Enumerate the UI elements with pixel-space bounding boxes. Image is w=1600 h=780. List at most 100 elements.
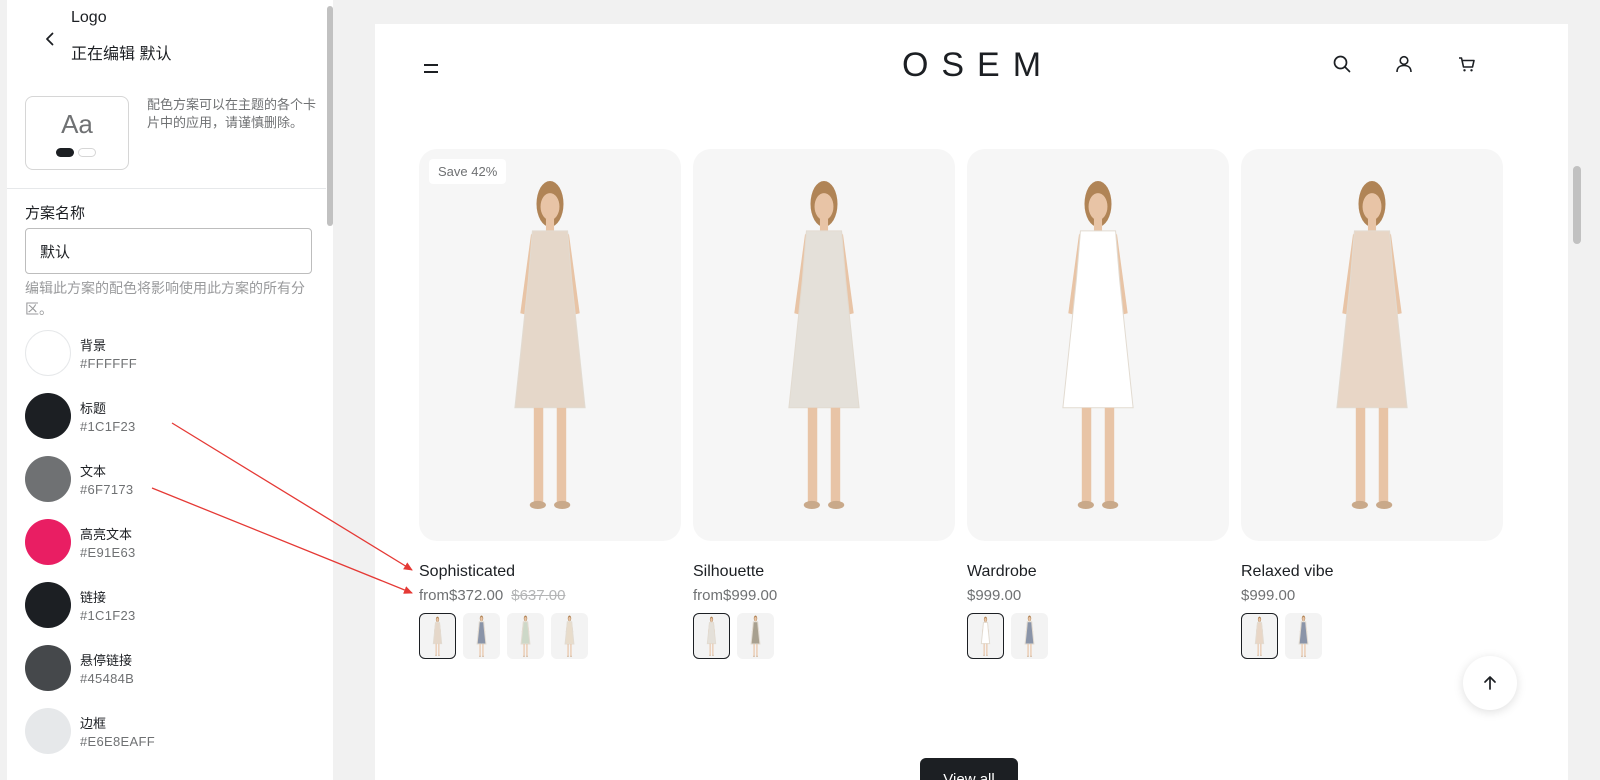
swatch-hex: #E91E63 bbox=[80, 545, 136, 560]
model-shoe bbox=[1030, 655, 1033, 657]
preview-scrollbar[interactable] bbox=[1568, 0, 1600, 780]
model-leg bbox=[1355, 407, 1366, 503]
cart-icon[interactable] bbox=[1452, 49, 1482, 79]
price-current: from$999.00 bbox=[693, 587, 778, 604]
product-image[interactable] bbox=[967, 149, 1229, 541]
search-icon[interactable] bbox=[1327, 49, 1357, 79]
model-leg bbox=[526, 644, 528, 656]
scheme-name-input[interactable] bbox=[25, 228, 312, 274]
variant-thumbnail[interactable] bbox=[1011, 613, 1048, 659]
model-shoe bbox=[435, 654, 438, 656]
color-swatch[interactable] bbox=[25, 519, 71, 565]
swatch-label: 边框 bbox=[80, 716, 107, 731]
model-dress bbox=[514, 230, 586, 409]
model-leg bbox=[1378, 407, 1389, 503]
variant-thumbnail[interactable] bbox=[1241, 613, 1278, 659]
swatch-background[interactable]: 背景 #FFFFFF bbox=[25, 330, 315, 378]
variant-thumbnails bbox=[1241, 613, 1322, 659]
variant-thumbnail[interactable] bbox=[463, 613, 500, 659]
model-leg bbox=[1030, 644, 1032, 656]
model-leg bbox=[556, 407, 567, 503]
model-shoe bbox=[1026, 655, 1029, 657]
model-leg bbox=[1304, 644, 1306, 656]
model-shoe bbox=[522, 655, 525, 657]
preview-scrollbar-thumb[interactable] bbox=[1573, 166, 1581, 244]
color-swatch[interactable] bbox=[25, 330, 71, 376]
product-title[interactable]: Sophisticated bbox=[419, 563, 515, 581]
product-title[interactable]: Wardrobe bbox=[967, 563, 1037, 581]
variant-dress-image bbox=[1254, 616, 1265, 656]
product-title[interactable]: Silhouette bbox=[693, 563, 764, 581]
model-dress bbox=[1254, 622, 1265, 645]
product-card[interactable]: Relaxed vibe $999.00 bbox=[1241, 149, 1503, 659]
model-face bbox=[568, 617, 571, 621]
product-card[interactable]: Save 42% Sophisticated from$372.00 $637.0… bbox=[419, 149, 681, 659]
model-leg bbox=[1104, 407, 1115, 503]
swatch-link[interactable]: 链接 #1C1F23 bbox=[25, 582, 315, 630]
variant-thumbnail[interactable] bbox=[1285, 613, 1322, 659]
product-image[interactable] bbox=[693, 149, 955, 541]
variant-thumbnail[interactable] bbox=[419, 613, 456, 659]
product-card[interactable]: Silhouette from$999.00 bbox=[693, 149, 955, 659]
product-title[interactable]: Relaxed vibe bbox=[1241, 563, 1334, 581]
sale-badge: Save 42% bbox=[429, 159, 507, 184]
swatch-link-hover[interactable]: 悬停链接 #45484B bbox=[25, 645, 315, 693]
model-dress bbox=[706, 622, 717, 645]
swatch-hex: #FFFFFF bbox=[80, 356, 137, 371]
back-to-top-button[interactable] bbox=[1463, 656, 1517, 710]
model-shoe bbox=[482, 655, 485, 657]
breadcrumb-logo[interactable]: Logo bbox=[71, 9, 107, 27]
variant-thumbnail[interactable] bbox=[737, 613, 774, 659]
model-face bbox=[984, 618, 987, 622]
dress-model-image bbox=[1336, 180, 1408, 510]
variant-dress-image bbox=[520, 615, 531, 657]
model-leg bbox=[983, 643, 985, 655]
model-shoe bbox=[756, 655, 759, 657]
color-swatch[interactable] bbox=[25, 393, 71, 439]
model-leg bbox=[830, 407, 841, 503]
model-leg bbox=[709, 643, 711, 655]
swatch-label: 悬停链接 bbox=[80, 653, 133, 668]
model-face bbox=[1362, 193, 1382, 221]
variant-dress-image bbox=[476, 615, 487, 657]
swatch-border[interactable]: 边框 #E6E8EAFF bbox=[25, 708, 315, 756]
scheme-preview-light-pill bbox=[78, 148, 96, 157]
view-all-button[interactable]: View all bbox=[920, 758, 1018, 780]
variant-thumbnail[interactable] bbox=[693, 613, 730, 659]
variant-thumbnail[interactable] bbox=[967, 613, 1004, 659]
model-face bbox=[540, 193, 560, 221]
back-button[interactable] bbox=[34, 23, 66, 55]
variant-dress-image bbox=[750, 615, 761, 657]
model-leg bbox=[438, 643, 440, 655]
model-dress bbox=[520, 621, 531, 645]
model-face bbox=[1302, 617, 1305, 621]
model-shoe bbox=[1257, 654, 1260, 656]
model-shoe bbox=[828, 500, 845, 510]
variant-thumbnail[interactable] bbox=[507, 613, 544, 659]
product-price: $999.00 bbox=[1241, 587, 1295, 604]
model-shoe bbox=[1304, 655, 1307, 657]
panel-scrollbar[interactable] bbox=[326, 0, 333, 780]
model-shoe bbox=[529, 500, 546, 510]
user-icon[interactable] bbox=[1389, 49, 1419, 79]
model-shoe bbox=[1300, 655, 1303, 657]
color-swatch[interactable] bbox=[25, 645, 71, 691]
color-swatch[interactable] bbox=[25, 456, 71, 502]
model-leg bbox=[482, 644, 484, 656]
product-price: $999.00 bbox=[967, 587, 1021, 604]
product-image[interactable]: Save 42% bbox=[419, 149, 681, 541]
swatch-hex: #1C1F23 bbox=[80, 608, 136, 623]
variant-thumbnail[interactable] bbox=[551, 613, 588, 659]
scheme-preview-dark-pill bbox=[56, 148, 74, 157]
product-card[interactable]: Wardrobe $999.00 bbox=[967, 149, 1229, 659]
panel-scrollbar-thumb[interactable] bbox=[327, 6, 333, 226]
model-neck bbox=[1367, 218, 1377, 233]
swatch-heading[interactable]: 标题 #1C1F23 bbox=[25, 393, 315, 441]
product-image[interactable] bbox=[1241, 149, 1503, 541]
dress-model-image bbox=[1062, 180, 1134, 510]
color-swatch[interactable] bbox=[25, 582, 71, 628]
swatch-highlight-text[interactable]: 高亮文本 #E91E63 bbox=[25, 519, 315, 567]
arrow-up-icon bbox=[1484, 676, 1496, 690]
color-swatch[interactable] bbox=[25, 708, 71, 754]
swatch-text[interactable]: 文本 #6F7173 bbox=[25, 456, 315, 504]
